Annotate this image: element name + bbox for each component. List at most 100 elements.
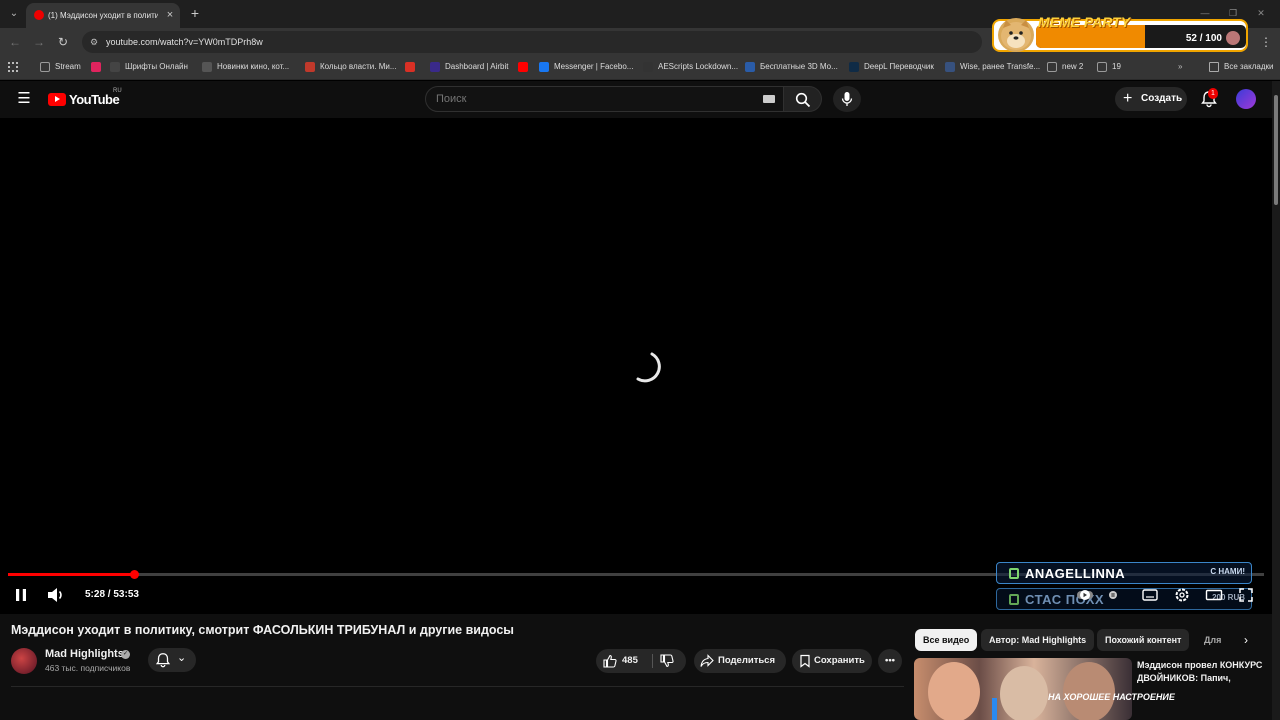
bookmark-item[interactable]: Новинки кино, кот... xyxy=(202,60,289,74)
bookmark-item[interactable]: new 2 xyxy=(1047,60,1083,74)
wise-icon xyxy=(945,62,955,72)
theater-mode-icon[interactable] xyxy=(1205,586,1223,604)
deepl-icon xyxy=(849,62,859,72)
back-icon[interactable]: ← xyxy=(7,34,23,50)
chat-platform-icon xyxy=(1009,568,1019,579)
bookmark-item[interactable] xyxy=(518,60,533,74)
site-info-icon[interactable]: ⚙ xyxy=(88,36,100,48)
new-tab-icon[interactable]: + xyxy=(188,5,202,21)
folder-icon xyxy=(40,62,50,72)
share-button[interactable]: Поделиться xyxy=(694,649,786,673)
browser-menu-icon[interactable]: ⋮ xyxy=(1260,34,1272,50)
chevron-right-icon[interactable]: › xyxy=(1236,629,1256,651)
live-icon xyxy=(91,62,101,72)
notification-badge: 1 xyxy=(1208,88,1218,99)
verified-badge-icon: ✓ xyxy=(121,650,130,659)
search-input[interactable] xyxy=(436,92,736,107)
bookmark-item[interactable]: Кольцо власти. Ми... xyxy=(305,60,397,74)
chevron-down-icon: ⌄ xyxy=(177,652,187,664)
bookmark-item[interactable]: AEScripts Lockdown... xyxy=(643,60,738,74)
bookmark-item[interactable]: 19 xyxy=(1097,60,1121,74)
bookmark-label: 19 xyxy=(1112,62,1121,71)
filter-chip[interactable]: Для xyxy=(1196,629,1229,651)
subscription-notifications-button[interactable]: ⌄ xyxy=(148,648,196,672)
bookmark-item[interactable]: Stream xyxy=(40,60,81,74)
bookmarks-overflow-icon[interactable]: » xyxy=(1178,60,1182,74)
microphone-icon xyxy=(841,92,853,106)
loading-spinner-icon xyxy=(636,352,661,383)
user-avatar[interactable] xyxy=(1236,89,1256,109)
description-divider xyxy=(11,686,904,687)
scrollbar-thumb[interactable] xyxy=(1274,95,1278,205)
current-time: 5:28 xyxy=(85,589,106,600)
miniplayer-pause-icon[interactable] xyxy=(1104,586,1122,604)
reload-icon[interactable]: ↻ xyxy=(55,34,71,50)
fullscreen-icon[interactable] xyxy=(1237,586,1255,604)
filter-chip[interactable]: Автор: Mad Highlights xyxy=(981,629,1095,651)
browser-tab-active[interactable]: (1) Мэддисон уходит в полити × xyxy=(26,3,180,28)
minimize-icon[interactable]: — xyxy=(1198,6,1212,20)
url-text[interactable]: youtube.com/watch?v=YW0mTDPrh8w xyxy=(106,35,263,49)
progress-scrubber[interactable] xyxy=(129,570,139,579)
share-label: Поделиться xyxy=(718,655,776,666)
facebook-icon xyxy=(539,62,549,72)
autoplay-toggle-icon[interactable] xyxy=(1076,586,1094,604)
save-button[interactable]: Сохранить xyxy=(792,649,872,673)
bookmark-label: Stream xyxy=(55,62,81,71)
maximize-icon[interactable]: ❐ xyxy=(1226,6,1240,20)
bookmark-item[interactable]: DeepL Переводчик xyxy=(849,60,934,74)
channel-name[interactable]: Mad Highlights xyxy=(45,648,124,662)
tab-search-chevron-icon[interactable]: ⌄ xyxy=(6,6,22,22)
search-button[interactable] xyxy=(784,86,822,112)
bookmark-item[interactable]: Messenger | Facebo... xyxy=(539,60,633,74)
address-bar[interactable]: ⚙ youtube.com/watch?v=YW0mTDPrh8w xyxy=(82,31,982,53)
recommendation-title[interactable]: Мэддисон провел КОНКУРС ДВОЙНИКОВ: Папич… xyxy=(1137,659,1267,689)
recommendation-caption: НА ХОРОШЕЕ НАСТРОЕНИЕ xyxy=(1048,692,1175,702)
bookmark-label: Бесплатные 3D Мо... xyxy=(760,62,838,71)
voice-search-button[interactable] xyxy=(833,86,861,112)
more-horizontal-icon: ••• xyxy=(885,655,895,666)
bookmark-label: Messenger | Facebo... xyxy=(554,62,634,71)
youtube-favicon-icon xyxy=(34,10,44,20)
bookmark-label: Dashboard | Airbit xyxy=(445,62,509,71)
filter-chip[interactable]: Похожий контент xyxy=(1097,629,1190,651)
bookmark-item[interactable] xyxy=(91,60,106,74)
bookmark-item[interactable]: Dashboard | Airbit xyxy=(430,60,508,74)
more-actions-button[interactable]: ••• xyxy=(878,649,902,673)
bookmark-item[interactable]: Wise, ранее Transfe... xyxy=(945,60,1040,74)
page-scrollbar[interactable] xyxy=(1272,81,1280,720)
pause-icon[interactable] xyxy=(12,586,30,604)
youtube-wordmark: YouTube xyxy=(69,91,120,107)
forward-icon[interactable]: → xyxy=(31,34,47,50)
save-label: Сохранить xyxy=(814,655,865,666)
bookmarks-bar: Stream Шрифты Онлайн Новинки кино, кот... К… xyxy=(0,55,1280,80)
subtitles-icon[interactable] xyxy=(1141,586,1159,604)
filter-chip[interactable]: Все видео xyxy=(915,629,978,651)
video-title: Мэддисон уходит в политику, смотрит ФАСО… xyxy=(11,623,514,637)
doge-mascot-icon xyxy=(998,18,1034,52)
3d-site-icon xyxy=(745,62,755,72)
virtual-keyboard-icon[interactable] xyxy=(763,95,775,103)
like-button[interactable]: 485 xyxy=(596,649,652,673)
create-button[interactable]: + Создать xyxy=(1115,87,1187,111)
volume-icon[interactable] xyxy=(46,586,66,604)
bookmark-item[interactable] xyxy=(405,60,420,74)
video-player[interactable]: 5:28 / 53:53 ANAGELLINNA С НАМИ! СТАС ПОХХ… xyxy=(0,118,1272,663)
recommendation-thumbnail[interactable] xyxy=(914,658,1132,720)
region-code: RU xyxy=(113,88,122,94)
tab-close-icon[interactable]: × xyxy=(164,8,176,22)
close-window-icon[interactable]: ✕ xyxy=(1254,6,1268,20)
bookmark-label: AEScripts Lockdown... xyxy=(658,62,739,71)
bookmark-label: Шрифты Онлайн xyxy=(125,62,188,71)
chat-platform-icon xyxy=(1009,594,1019,605)
thumbs-down-icon[interactable] xyxy=(660,654,674,668)
bookmark-item[interactable]: Шрифты Онлайн xyxy=(110,60,188,74)
channel-avatar[interactable] xyxy=(11,648,37,674)
menu-icon[interactable]: ☰ xyxy=(16,90,32,108)
youtube-logo[interactable]: YouTube RU xyxy=(48,88,128,108)
apps-grid-icon[interactable] xyxy=(8,60,18,74)
search-box xyxy=(425,86,784,112)
settings-gear-icon[interactable] xyxy=(1173,586,1191,604)
all-bookmarks[interactable]: Все закладки xyxy=(1209,60,1273,74)
bookmark-item[interactable]: Бесплатные 3D Мо... xyxy=(745,60,838,74)
